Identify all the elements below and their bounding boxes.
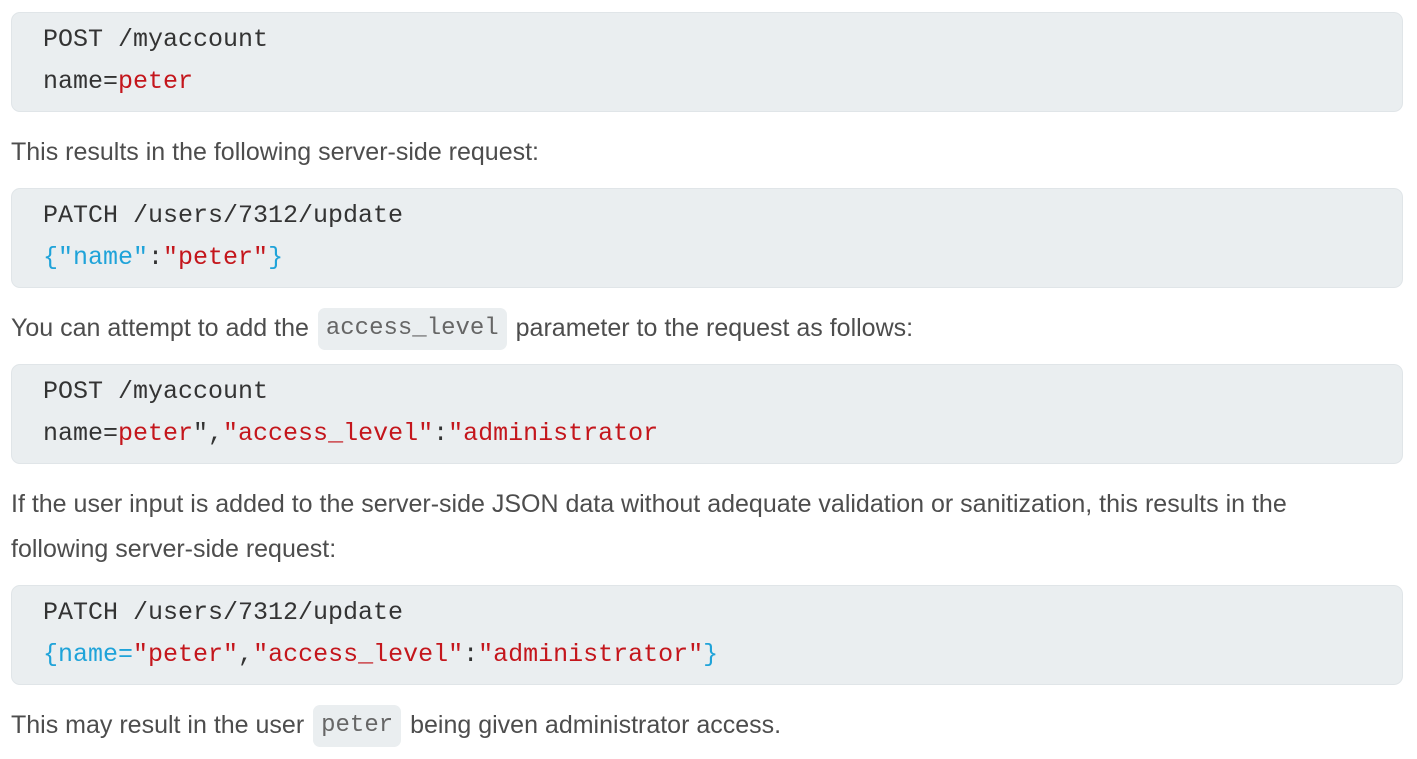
code-block-post-request: POST /myaccount name=peter <box>11 12 1403 112</box>
code-line: PATCH /users/7312/update <box>43 201 404 230</box>
article-content: POST /myaccount name=peter This results … <box>0 0 1417 759</box>
code-line: POST /myaccount <box>43 25 269 54</box>
inline-code-peter: peter <box>313 705 402 748</box>
paragraph: You can attempt to add the access_level … <box>11 306 913 351</box>
paragraph: This results in the following server-sid… <box>11 138 540 166</box>
code-line: POST /myaccount <box>43 377 269 406</box>
code-line: {name="peter","access_level":"administra… <box>43 640 719 669</box>
paragraph: This may result in the user peter being … <box>11 703 781 748</box>
paragraph: If the user input is added to the server… <box>11 490 1287 563</box>
code-line: {"name":"peter"} <box>43 243 284 272</box>
code-block-patch-request: PATCH /users/7312/update {"name":"peter"… <box>11 188 1403 288</box>
code-line: name=peter <box>43 67 194 96</box>
code-line: name=peter","access_level":"administrato… <box>43 419 659 448</box>
inline-code-access-level: access_level <box>317 308 507 351</box>
code-block-injected-patch: PATCH /users/7312/update {name="peter","… <box>11 585 1403 685</box>
code-line: PATCH /users/7312/update <box>43 598 404 627</box>
code-block-injected-post: POST /myaccount name=peter","access_leve… <box>11 364 1403 464</box>
